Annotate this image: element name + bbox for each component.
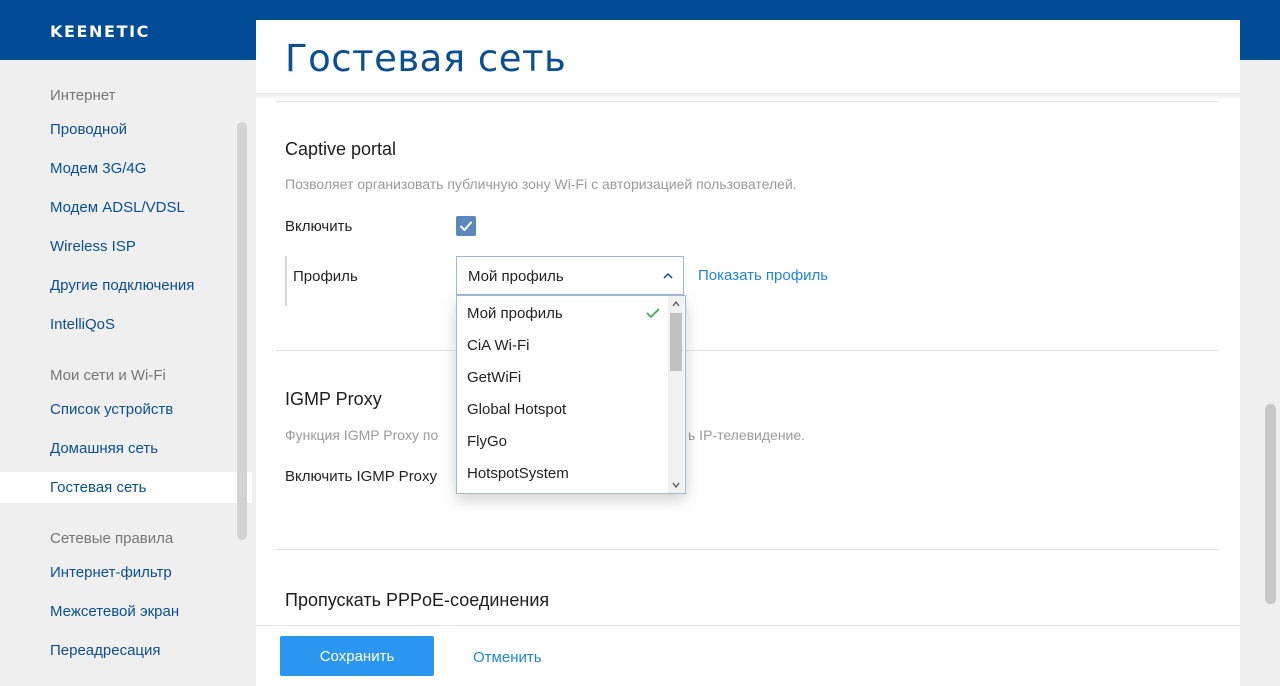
sidebar-item-wireless-isp[interactable]: Wireless ISP	[50, 238, 136, 255]
profile-select-value: Мой профиль	[468, 268, 564, 285]
profile-option-global-hotspot[interactable]: Global Hotspot	[467, 401, 566, 418]
profile-select[interactable]: Мой профиль	[456, 256, 684, 295]
sidebar-group-my-networks: Мои сети и Wi-Fi	[50, 367, 166, 384]
captive-enable-checkbox[interactable]	[456, 216, 476, 236]
igmp-description-left: Функция IGMP Proxy по	[285, 427, 439, 443]
show-profile-link[interactable]: Показать профиль	[698, 267, 828, 284]
sidebar-item-port-forwarding[interactable]: Переадресация	[50, 642, 161, 659]
sidebar-group-network-rules: Сетевые правила	[50, 530, 174, 547]
sidebar-scrollbar[interactable]	[237, 122, 247, 540]
section-divider-2	[276, 549, 1219, 550]
selected-checkmark-icon	[646, 308, 660, 318]
header-divider	[276, 101, 1219, 102]
page-title: Гостевая сеть	[285, 37, 567, 80]
checkmark-icon	[460, 221, 472, 231]
dropdown-scroll-thumb[interactable]	[670, 313, 682, 371]
sidebar-item-internet-filter[interactable]: Интернет-фильтр	[50, 564, 172, 581]
sidebar: Интернет Проводной Модем 3G/4G Модем ADS…	[0, 60, 252, 686]
captive-portal-title: Captive portal	[285, 139, 397, 159]
sidebar-item-modem-3g4g[interactable]: Модем 3G/4G	[50, 160, 146, 177]
sidebar-item-wired[interactable]: Проводной	[50, 121, 127, 138]
header-shadow	[256, 93, 1240, 100]
sidebar-item-other-connections[interactable]: Другие подключения	[50, 277, 194, 294]
igmp-enable-label: Включить IGMP Proxy	[285, 468, 438, 485]
sidebar-group-internet: Интернет	[50, 87, 116, 104]
dropdown-scrollbar[interactable]	[668, 296, 684, 493]
pppoe-title: Пропускать PPPoE-соединения	[285, 590, 550, 610]
sidebar-item-home-network[interactable]: Домашняя сеть	[50, 440, 158, 457]
main-panel: Гостевая сеть	[256, 20, 1240, 686]
chevron-up-icon	[663, 272, 673, 279]
sidebar-item-guest-network[interactable]: Гостевая сеть	[50, 479, 146, 496]
main-scrollbar[interactable]	[1265, 404, 1276, 604]
profile-indent-bar	[285, 256, 287, 306]
igmp-proxy-title: IGMP Proxy	[285, 389, 382, 409]
sidebar-item-modem-adsl[interactable]: Модем ADSL/VDSL	[50, 199, 185, 216]
cancel-link[interactable]: Отменить	[473, 649, 542, 666]
captive-portal-description: Позволяет организовать публичную зону Wi…	[285, 176, 797, 192]
profile-dropdown-list[interactable]: Мой профиль CiA Wi-Fi GetWiFi Global Hot…	[456, 295, 686, 494]
sidebar-item-device-list[interactable]: Список устройств	[50, 401, 173, 418]
profile-option-hotspotsystem[interactable]: HotspotSystem	[467, 465, 569, 482]
profile-option-flygo[interactable]: FlyGo	[467, 433, 507, 450]
save-button[interactable]: Сохранить	[280, 636, 434, 676]
profile-option-cia-wifi[interactable]: CiA Wi-Fi	[467, 337, 530, 354]
profile-option-getwifi[interactable]: GetWiFi	[467, 369, 521, 386]
captive-enable-label: Включить	[285, 218, 353, 235]
profile-option-my-profile[interactable]: Мой профиль	[467, 305, 563, 322]
profile-label: Профиль	[293, 268, 358, 285]
igmp-description-right: ь IP-телевидение.	[688, 427, 806, 443]
scroll-up-arrow-icon[interactable]	[672, 301, 680, 307]
sidebar-item-firewall[interactable]: Межсетевой экран	[50, 603, 179, 620]
section-divider-1	[276, 350, 1219, 351]
scroll-down-arrow-icon[interactable]	[672, 482, 680, 488]
keenetic-logo[interactable]: KEENETIC	[50, 22, 150, 41]
sidebar-item-intelliqos[interactable]: IntelliQoS	[50, 316, 115, 333]
footer-divider	[256, 625, 1240, 626]
